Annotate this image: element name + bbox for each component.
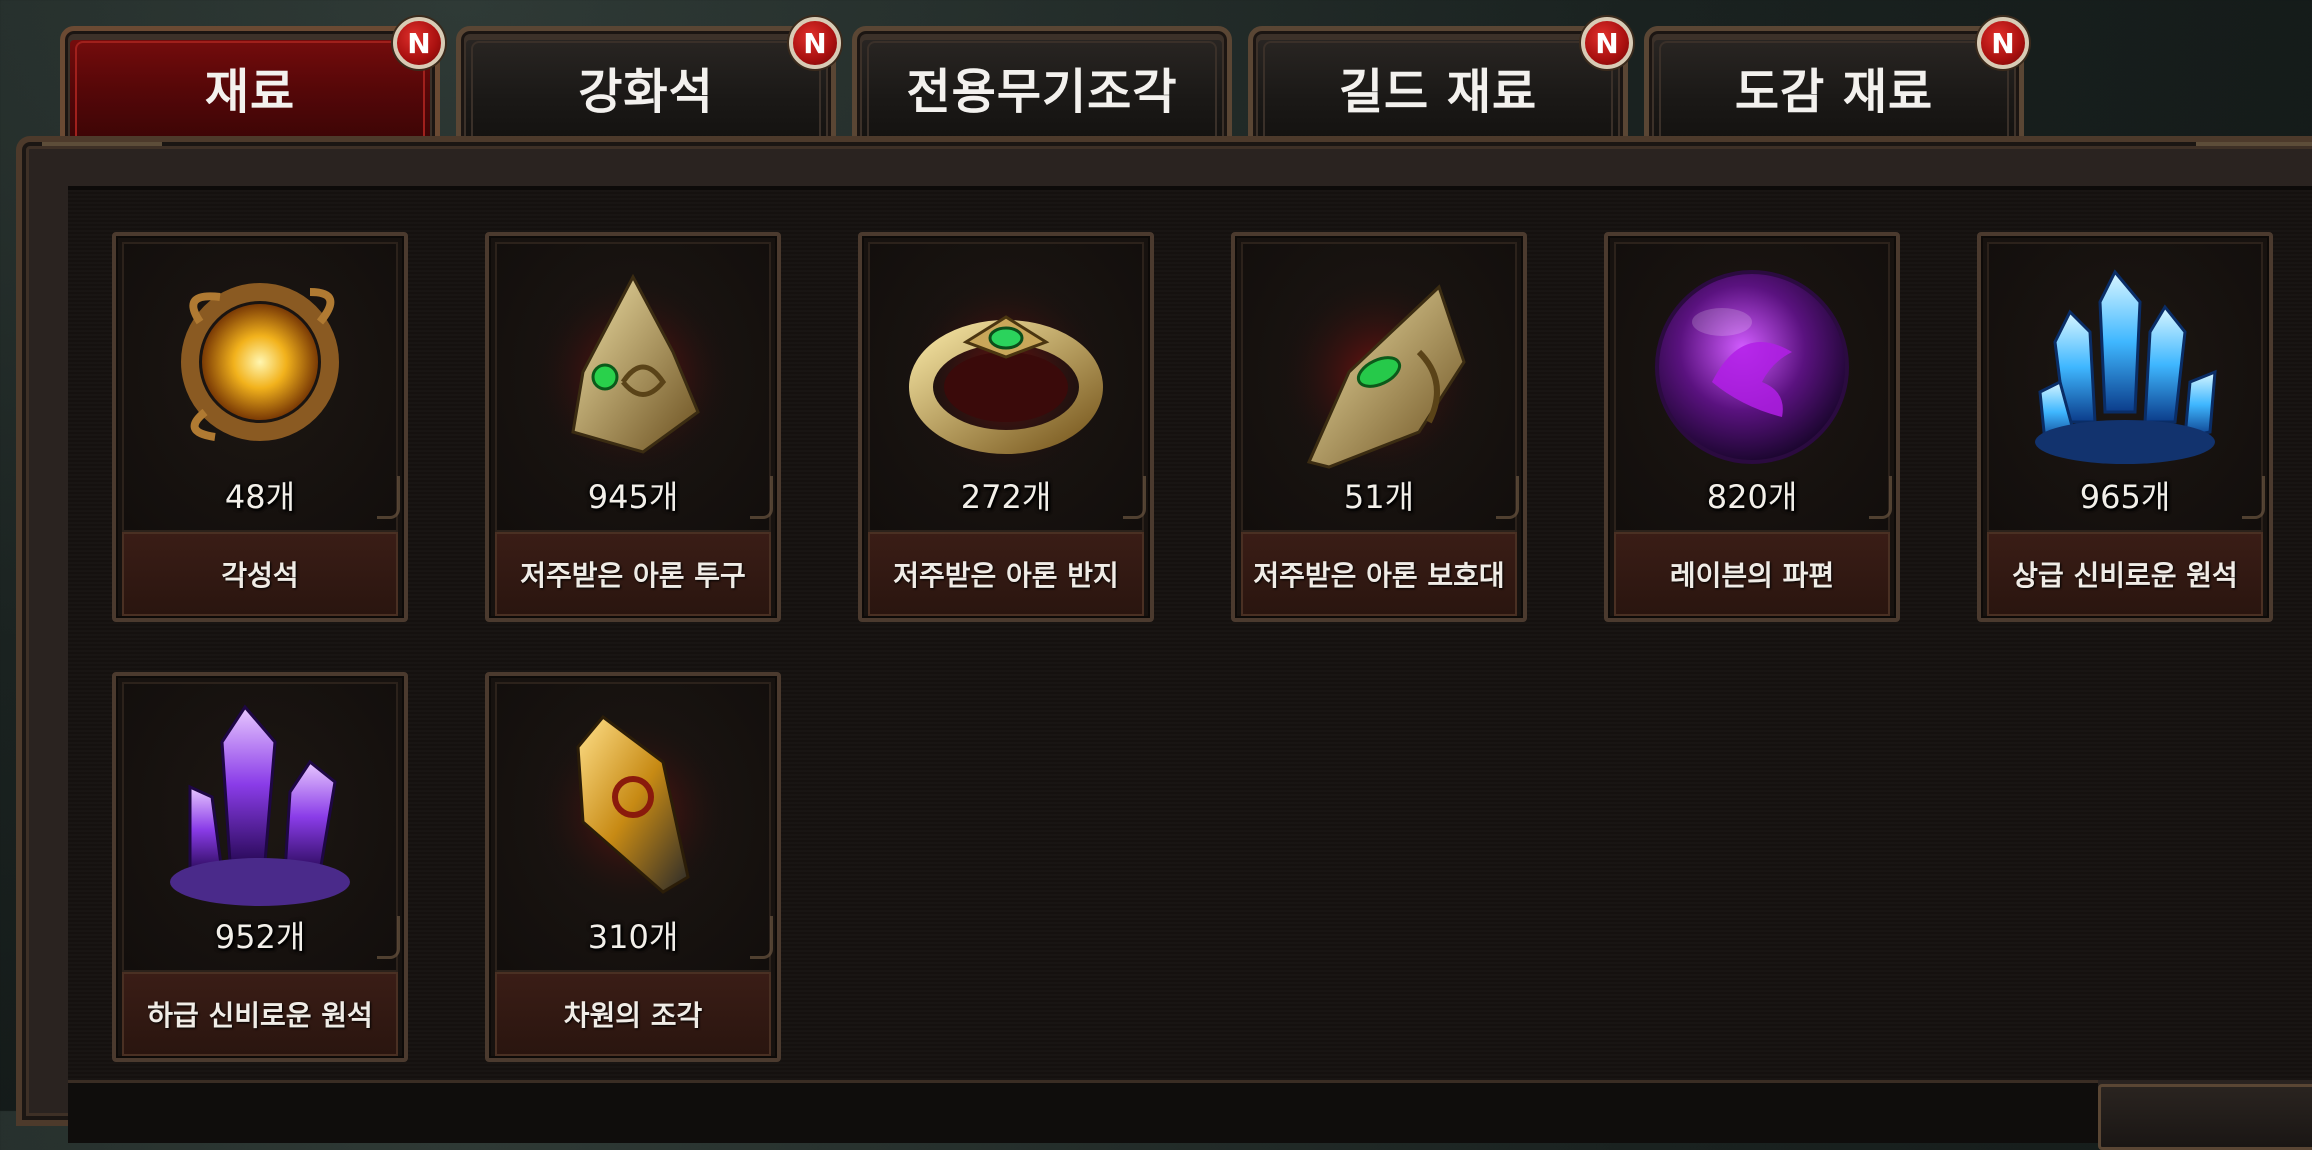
- item-name: 상급 신비로운 원석: [1987, 532, 2263, 616]
- item-name: 레이븐의 파편: [1614, 532, 1890, 616]
- tab-collection-materials[interactable]: 도감 재료 N: [1644, 17, 2029, 144]
- item-count: 965개: [2079, 478, 2171, 516]
- item-slot[interactable]: 965개 상급 신비로운 원석: [1977, 232, 2273, 622]
- dimension-shard-icon: [533, 712, 733, 912]
- item-name: 저주받은 아론 투구: [495, 532, 771, 616]
- item-name: 저주받은 아론 반지: [868, 532, 1144, 616]
- item-slot[interactable]: 945개 저주받은 아론 투구: [485, 232, 781, 622]
- tab-exclusive-weapon-fragments[interactable]: 전용무기조각: [852, 26, 1232, 144]
- bottom-button[interactable]: [2098, 1084, 2312, 1150]
- purple-crystal-icon: [170, 704, 350, 906]
- item-slot[interactable]: 48개 각성석: [112, 232, 408, 622]
- awakening-orb-icon: [181, 283, 339, 441]
- item-name: 각성석: [122, 532, 398, 616]
- helmet-icon: [528, 272, 738, 482]
- tab-enhancement-stones[interactable]: 강화석 N: [456, 17, 841, 144]
- tab-guild-materials[interactable]: 길드 재료 N: [1248, 17, 1633, 144]
- new-badge-icon: N: [393, 17, 445, 69]
- item-count: 310개: [587, 918, 679, 956]
- purple-orb-icon: [1655, 270, 1849, 464]
- item-name: 저주받은 아론 보호대: [1241, 532, 1517, 616]
- tab-label: 재료: [204, 64, 296, 120]
- new-badge-icon: N: [1977, 17, 2029, 69]
- item-count: 952개: [214, 918, 306, 956]
- blue-crystal-icon: [2035, 269, 2217, 464]
- item-count: 820개: [1706, 478, 1798, 516]
- tab-materials[interactable]: 재료 N: [60, 17, 445, 144]
- bottom-bar: [68, 1080, 2098, 1143]
- tab-label: 길드 재료: [1338, 64, 1538, 120]
- panel-ornament: [2196, 142, 2312, 170]
- item-slot[interactable]: 272개 저주받은 아론 반지: [858, 232, 1154, 622]
- new-badge-icon: N: [789, 17, 841, 69]
- item-slot[interactable]: 310개 차원의 조각: [485, 672, 781, 1062]
- item-name: 하급 신비로운 원석: [122, 972, 398, 1056]
- item-slot[interactable]: 820개 레이븐의 파편: [1604, 232, 1900, 622]
- tab-label: 전용무기조각: [906, 64, 1178, 120]
- bracer-icon: [1274, 272, 1484, 482]
- new-badge-icon: N: [1581, 17, 1633, 69]
- item-count: 51개: [1343, 478, 1415, 516]
- item-count: 48개: [224, 478, 296, 516]
- panel-ornament: [42, 142, 162, 170]
- ring-icon: [901, 272, 1111, 482]
- item-slot[interactable]: 51개 저주받은 아론 보호대: [1231, 232, 1527, 622]
- item-slot[interactable]: 952개 하급 신비로운 원석: [112, 672, 408, 1062]
- tab-label: 도감 재료: [1734, 64, 1934, 120]
- tab-label: 강화석: [578, 64, 714, 120]
- item-name: 차원의 조각: [495, 972, 771, 1056]
- item-count: 945개: [587, 478, 679, 516]
- tab-bar: 재료 N 강화석 N 전용무기조각 길드 재료 N 도감 재료 N: [60, 17, 2060, 144]
- item-count: 272개: [960, 478, 1052, 516]
